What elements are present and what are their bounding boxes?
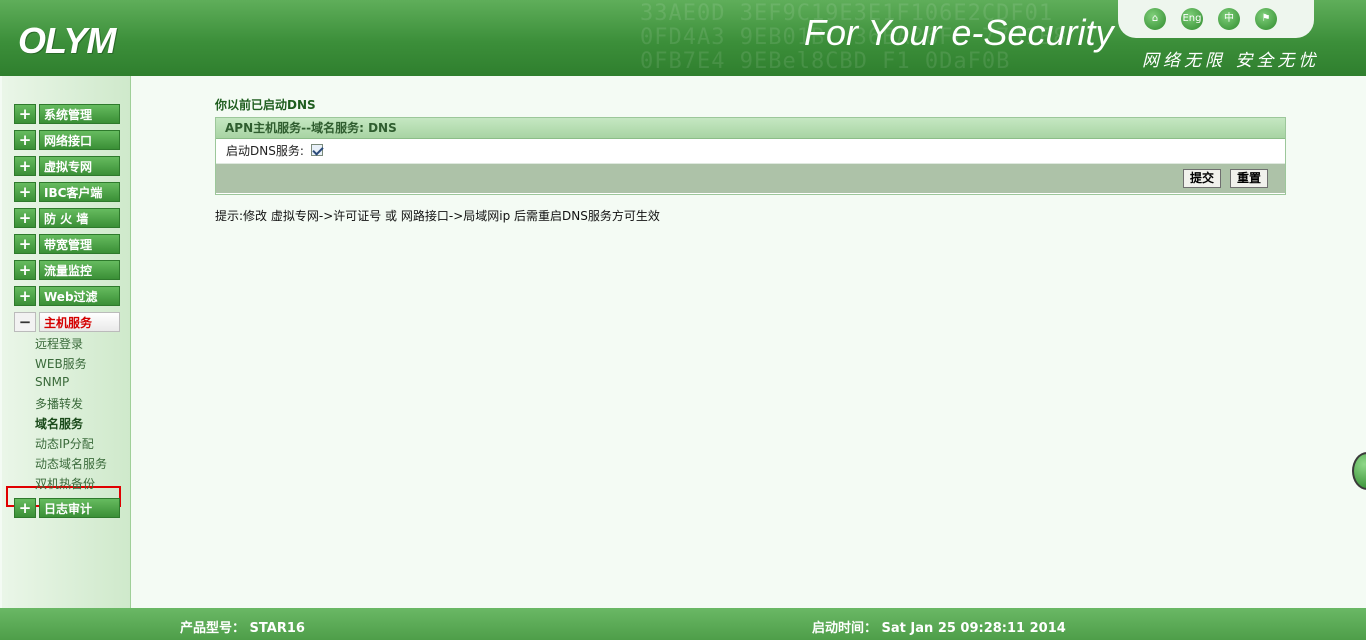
boot-time-label: 启动时间： <box>812 621 878 636</box>
header-banner: 33AE0D 3EF9C19E3E1F106E2CDF01 0FD4A3 9EB0… <box>0 0 1366 76</box>
enable-dns-checkbox[interactable] <box>310 144 323 156</box>
menu-label[interactable]: 主机服务 <box>39 312 120 332</box>
english-icon[interactable]: Eng <box>1181 8 1203 30</box>
sidebar-nav: + 系统管理 + 网络接口 + 虚拟专网 + IBC客户端 + 防 火 墙 + … <box>2 76 131 608</box>
chinese-icon[interactable]: 中 <box>1218 8 1240 30</box>
sub-item-remote-login[interactable]: 远程登录 <box>35 335 83 352</box>
expand-icon[interactable]: + <box>14 260 36 280</box>
boot-time-value: Sat Jan 25 09:28:11 2014 <box>881 621 1066 636</box>
menu-log-audit[interactable]: + 日志审计 <box>14 498 120 518</box>
footer-bar: 产品型号： STAR16 启动时间： Sat Jan 25 09:28:11 2… <box>0 608 1366 640</box>
menu-label[interactable]: Web过滤 <box>39 286 120 306</box>
enable-dns-label: 启动DNS服务: <box>226 144 304 158</box>
header-icon-bar: ⌂ Eng 中 ⚑ <box>1118 0 1314 38</box>
reset-button[interactable]: 重置 <box>1230 169 1269 188</box>
menu-system-management[interactable]: + 系统管理 <box>14 104 120 124</box>
model-value: STAR16 <box>249 621 305 636</box>
sub-item-multicast[interactable]: 多播转发 <box>35 395 83 412</box>
main-content: 你以前已启动DNS APN主机服务--域名服务: DNS 启动DNS服务: 提交… <box>132 76 1366 608</box>
menu-label[interactable]: 网络接口 <box>39 130 120 150</box>
menu-network-interface[interactable]: + 网络接口 <box>14 130 120 150</box>
menu-label[interactable]: 虚拟专网 <box>39 156 120 176</box>
panel-button-bar: 提交 重置 <box>216 164 1285 193</box>
hint-text: 提示:修改 虚拟专网->许可证号 或 网路接口->局域网ip 后需重启DNS服务… <box>215 209 660 223</box>
menu-vpn[interactable]: + 虚拟专网 <box>14 156 120 176</box>
flag-icon[interactable]: ⚑ <box>1255 8 1277 30</box>
menu-label[interactable]: 防 火 墙 <box>39 208 120 228</box>
expand-icon[interactable]: + <box>14 208 36 228</box>
sub-item-snmp[interactable]: SNMP <box>35 375 69 389</box>
sub-item-ha-backup[interactable]: 双机热备份 <box>35 475 95 492</box>
expand-icon[interactable]: + <box>14 104 36 124</box>
expand-icon[interactable]: + <box>14 234 36 254</box>
panel-header: APN主机服务--域名服务: DNS <box>216 118 1285 139</box>
menu-label[interactable]: 日志审计 <box>39 498 120 518</box>
submit-button[interactable]: 提交 <box>1183 169 1222 188</box>
model-label: 产品型号： <box>180 621 246 636</box>
menu-label[interactable]: 系统管理 <box>39 104 120 124</box>
collapse-icon[interactable]: − <box>14 312 36 332</box>
menu-label[interactable]: IBC客户端 <box>39 182 120 202</box>
expand-icon[interactable]: + <box>14 130 36 150</box>
olym-logo: OLYM <box>18 20 116 61</box>
boot-time-info: 启动时间： Sat Jan 25 09:28:11 2014 <box>812 617 1066 636</box>
sub-item-web-service[interactable]: WEB服务 <box>35 355 87 372</box>
sub-item-dns[interactable]: 域名服务 <box>35 415 83 432</box>
menu-bandwidth[interactable]: + 带宽管理 <box>14 234 120 254</box>
menu-web-filter[interactable]: + Web过滤 <box>14 286 120 306</box>
enable-dns-row: 启动DNS服务: <box>216 139 1285 164</box>
page-title: 你以前已启动DNS <box>215 98 316 112</box>
slogan-text: For Your e-Security <box>804 12 1114 53</box>
menu-label[interactable]: 带宽管理 <box>39 234 120 254</box>
home-icon[interactable]: ⌂ <box>1144 8 1166 30</box>
expand-icon[interactable]: + <box>14 156 36 176</box>
sub-item-ddns[interactable]: 动态域名服务 <box>35 455 107 472</box>
menu-label[interactable]: 流量监控 <box>39 260 120 280</box>
sub-item-dhcp[interactable]: 动态IP分配 <box>35 435 94 452</box>
slogan-cn-text: 网络无限 安全无忧 <box>1142 51 1320 71</box>
expand-icon[interactable]: + <box>14 286 36 306</box>
expand-icon[interactable]: + <box>14 498 36 518</box>
expand-icon[interactable]: + <box>14 182 36 202</box>
model-info: 产品型号： STAR16 <box>180 617 305 636</box>
dns-settings-panel: APN主机服务--域名服务: DNS 启动DNS服务: 提交 重置 <box>215 117 1286 195</box>
menu-ibc-client[interactable]: + IBC客户端 <box>14 182 120 202</box>
menu-host-services[interactable]: − 主机服务 <box>14 312 120 332</box>
menu-firewall[interactable]: + 防 火 墙 <box>14 208 120 228</box>
menu-traffic-monitor[interactable]: + 流量监控 <box>14 260 120 280</box>
